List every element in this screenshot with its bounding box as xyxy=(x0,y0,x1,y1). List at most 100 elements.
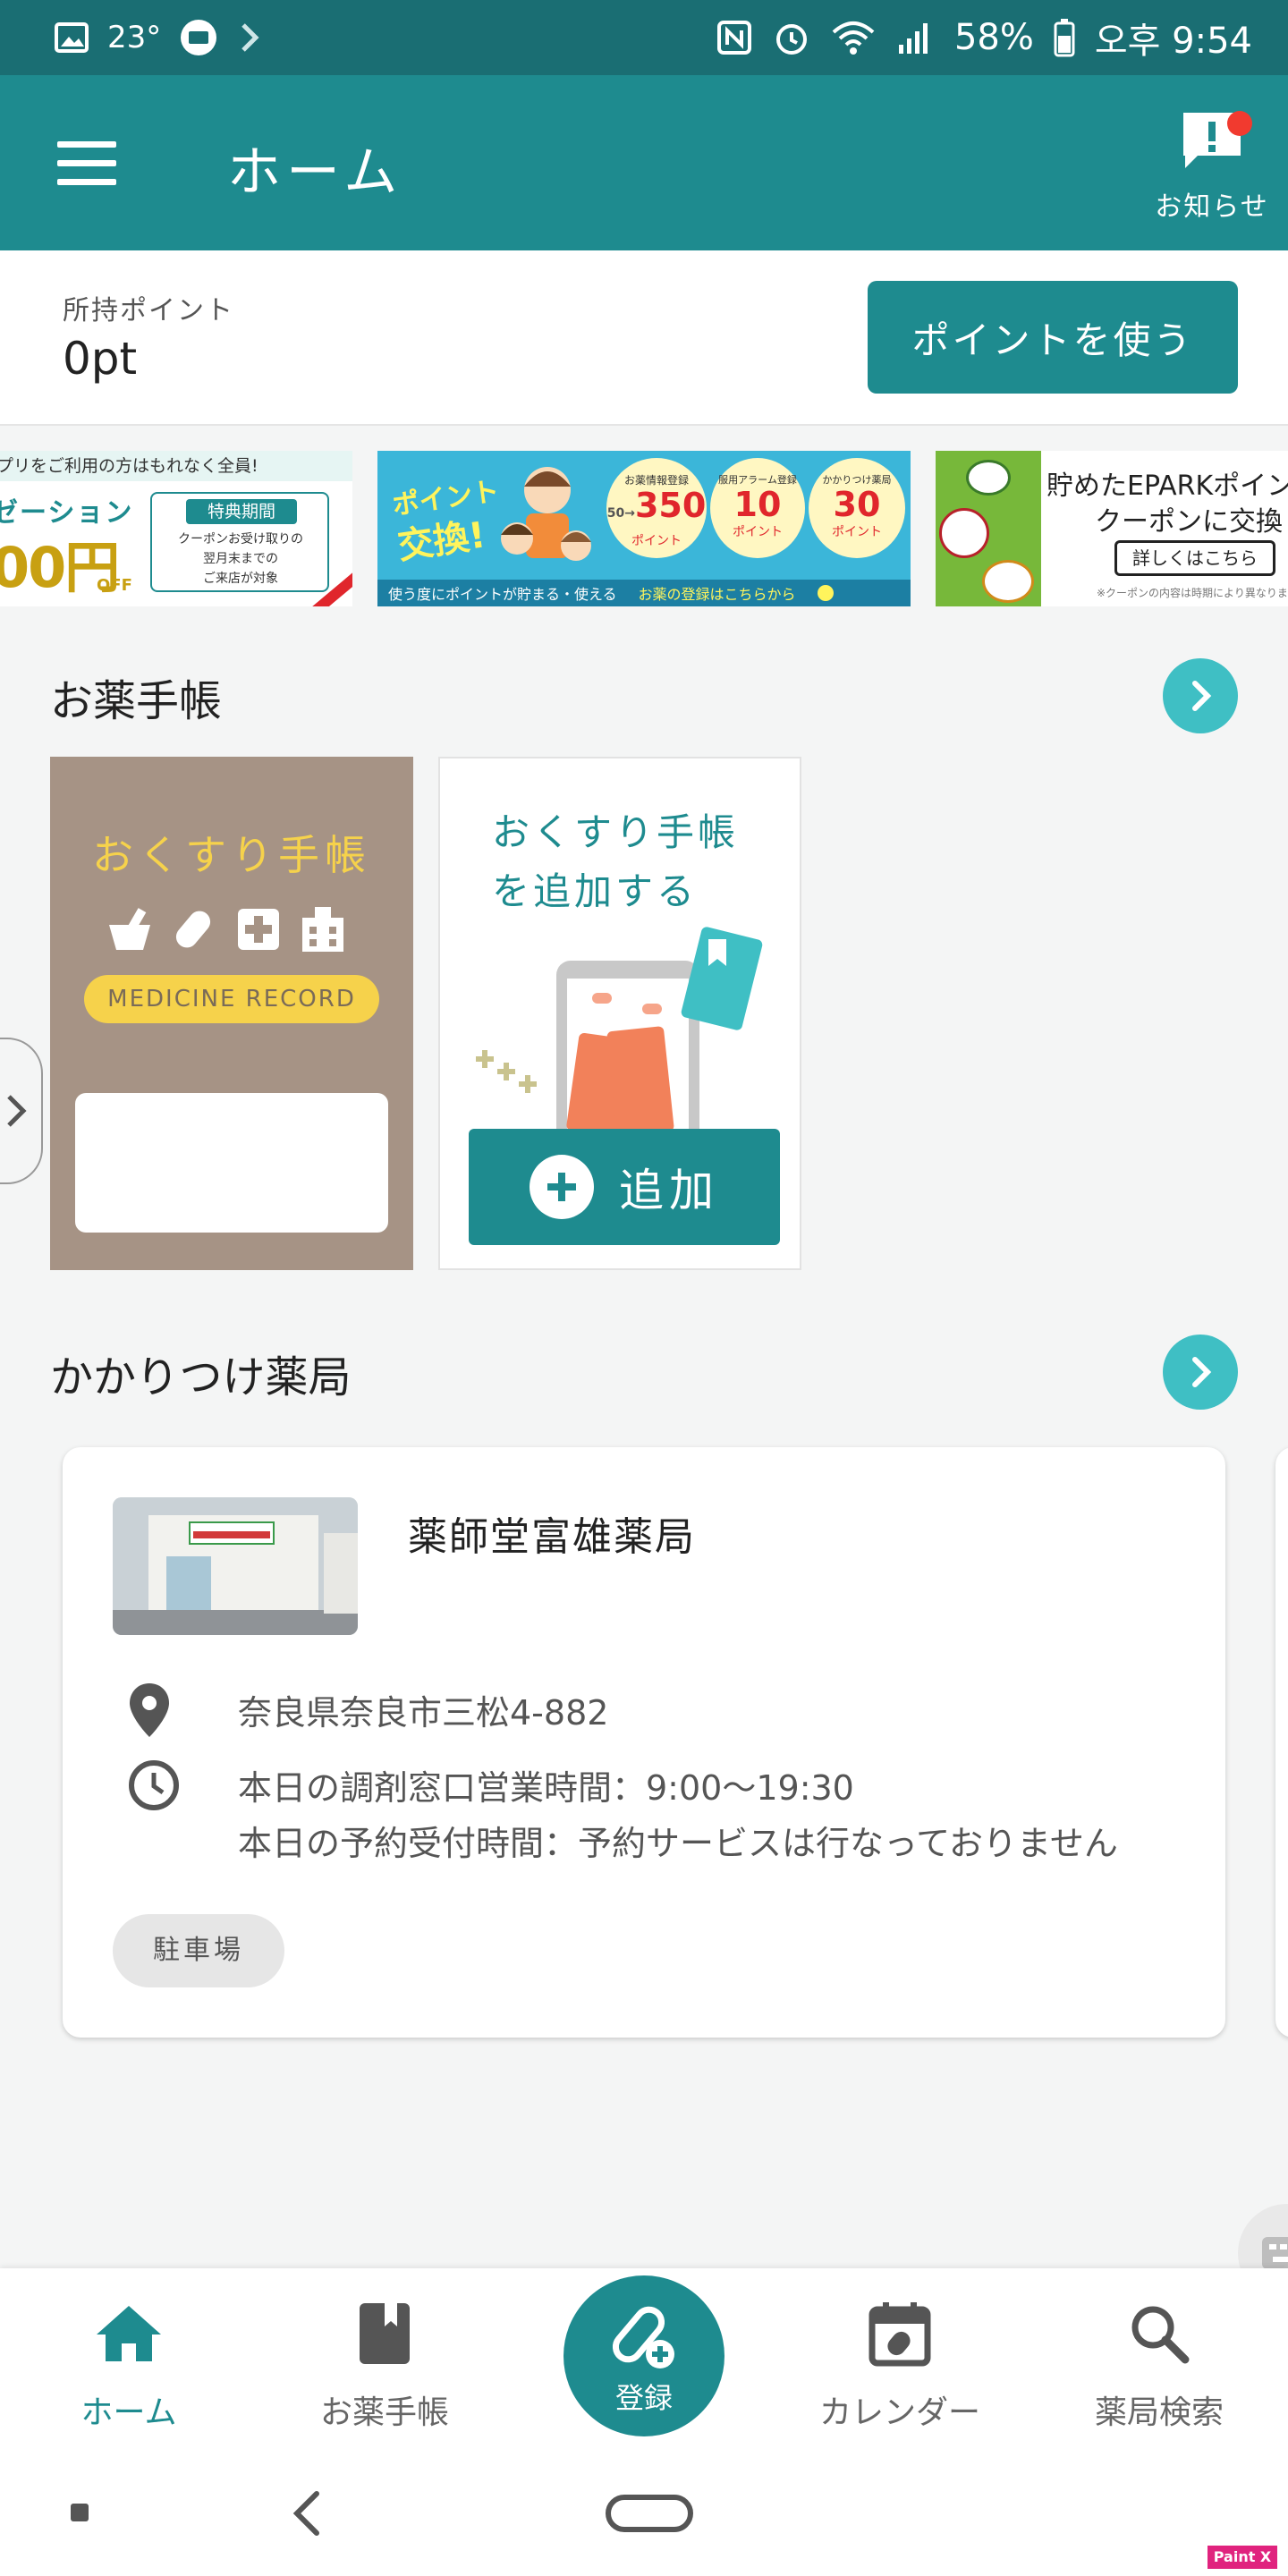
nav-calendar[interactable]: カレンダー xyxy=(784,2295,1016,2433)
mortar-icon xyxy=(109,908,150,950)
banner-epark-note: ※クーポンの内容は時期により異なりま xyxy=(1097,587,1288,599)
watermark-logo: Paint X lite xyxy=(1208,2546,1277,2576)
gallery-icon xyxy=(54,20,89,55)
notebook-section-title: お薬手帳 xyxy=(50,676,223,726)
notebook-card[interactable]: おくすり手帳 MEDICINE RECORD xyxy=(50,757,413,1270)
keyboard-icon xyxy=(1262,2237,1288,2269)
notification-dot xyxy=(1227,111,1252,136)
banner-exchange-footer-left: 使う度にポイントが貯まる・使える xyxy=(388,586,617,603)
banner-coupon-note1: クーポンお受け取りの xyxy=(178,532,303,547)
battery-percent: 58% xyxy=(953,17,1034,58)
banner-exchange-c2-unit: ポイント xyxy=(733,525,783,539)
nav-pharmacy-search[interactable]: 薬局検索 xyxy=(1043,2295,1275,2433)
location-pin-icon xyxy=(130,1683,169,1737)
clock-icon xyxy=(129,1760,179,1810)
next-pharmacy-card[interactable] xyxy=(1275,1447,1288,2038)
banner-exchange-c2-value: 10 xyxy=(733,485,782,524)
banner-exchange-c1-prefix: 50→ xyxy=(606,506,635,521)
medicine-record-badge: MEDICINE RECORD xyxy=(84,975,379,1023)
add-notebook-card[interactable]: おくすり手帳 を追加する 追加 xyxy=(438,757,801,1270)
home-icon xyxy=(97,2306,161,2361)
register-label: 登録 xyxy=(614,2381,673,2415)
banner-coupon[interactable]: プリをご利用の方はもれなく全員! ゼーション 00円 OFF 特典期間 クーポン… xyxy=(0,451,352,606)
signal-icon xyxy=(895,20,935,55)
banner-epark-line1: 貯めたEPARKポイン xyxy=(1046,470,1288,502)
keyboard-notification-icon xyxy=(179,18,218,57)
banner-exchange-c3-label: かかりつけ薬局 xyxy=(822,474,892,486)
pharmacy-address: 奈良県奈良市三松4-882 xyxy=(238,1693,609,1733)
add-notebook-line2: を追加する xyxy=(492,869,699,913)
side-drawer-handle[interactable] xyxy=(0,1038,43,1184)
book-icon xyxy=(360,2303,410,2364)
plus-icon xyxy=(530,1155,594,1219)
register-button[interactable]: 登録 xyxy=(564,2275,724,2436)
parking-tag: 駐車場 xyxy=(113,1914,284,1987)
characters-illustration xyxy=(501,467,591,561)
points-panel: 所持ポイント 0pt ポイントを使う xyxy=(0,250,1288,426)
chevron-right-icon xyxy=(1192,681,1212,711)
banner-exchange-headline2: 交換! xyxy=(394,514,488,568)
pharmacy-name: 薬師堂富雄薬局 xyxy=(408,1514,696,1560)
back-icon[interactable] xyxy=(290,2490,326,2537)
home-button-icon[interactable] xyxy=(605,2494,694,2533)
banner-exchange-c1-value: 350 xyxy=(634,486,707,525)
add-notebook-label: 追加 xyxy=(619,1165,719,1216)
phone-notebook-illustration xyxy=(476,927,763,1134)
add-notebook-button[interactable]: 追加 xyxy=(469,1129,780,1245)
nav-notebook[interactable]: お薬手帳 xyxy=(268,2295,501,2433)
system-navigation-bar xyxy=(0,2463,1288,2576)
banner-coupon-line1: プリをご利用の方はもれなく全員! xyxy=(0,451,352,481)
banner-epark-coupon[interactable]: 貯めたEPARKポイン クーポンに交換 詳しくはこちら ※クーポンの内容は時期に… xyxy=(936,451,1288,606)
temperature-text: 23° xyxy=(107,20,162,55)
medical-cross-icon xyxy=(238,909,279,950)
restaurant-logo xyxy=(966,460,1011,496)
status-bar: 23° 58% 오후 9:54 xyxy=(0,0,1288,75)
banner-exchange-c1-unit: ポイント xyxy=(631,534,682,548)
capsule-icon xyxy=(175,911,211,948)
banner-coupon-badge: 特典期間 xyxy=(186,499,297,524)
nav-pharmacy-search-label: 薬局検索 xyxy=(1094,2394,1224,2431)
banner-exchange-footer-right: お薬の登録はこちらから xyxy=(638,586,796,603)
banner-exchange-c1-label: お薬情報登録 xyxy=(623,474,689,487)
nfc-icon xyxy=(716,20,752,55)
menu-button[interactable] xyxy=(57,141,116,186)
banner-carousel[interactable]: プリをご利用の方はもれなく全員! ゼーション 00円 OFF 特典期間 クーポン… xyxy=(0,451,1288,606)
banner-epark-line2: クーポンに交換 xyxy=(1095,506,1283,538)
notebook-owner-area xyxy=(75,1093,388,1233)
nav-home[interactable]: ホーム xyxy=(13,2295,245,2433)
banner-epark-button[interactable]: 詳しくはこちら xyxy=(1114,540,1275,576)
add-notebook-line1: おくすり手帳 xyxy=(492,810,740,854)
calendar-icon xyxy=(869,2302,931,2367)
search-icon xyxy=(1131,2306,1190,2364)
chevron-right-icon xyxy=(7,1095,27,1127)
chevron-right-icon xyxy=(1192,1357,1212,1387)
banner-exchange-c3-unit: ポイント xyxy=(832,525,882,539)
banner-exchange-c3-value: 30 xyxy=(833,485,881,524)
battery-icon xyxy=(1054,18,1075,57)
page-title: ホーム xyxy=(227,141,403,204)
notice-label: お知らせ xyxy=(1155,191,1269,223)
restaurant-logo xyxy=(939,508,989,558)
play-arrow-icon xyxy=(817,585,834,601)
restaurant-logo xyxy=(982,560,1034,603)
points-value: 0pt xyxy=(63,333,138,385)
pharmacy-card[interactable]: 薬師堂富雄薬局 奈良県奈良市三松4-882 本日の調剤窓口営業時間：9:00〜1… xyxy=(63,1447,1225,2038)
alarm-icon xyxy=(772,18,811,57)
use-points-button[interactable]: ポイントを使う xyxy=(868,281,1238,394)
notebook-more-button[interactable] xyxy=(1163,658,1238,733)
clock-time: 오후 9:54 xyxy=(1094,21,1252,62)
pharmacy-reservation: 本日の予約受付時間：予約サービスは行なっておりません xyxy=(238,1824,1118,1863)
banner-point-exchange[interactable]: ポイント 交換! お薬情報登録 50→350 ポイント 服用アラーム登録 10 … xyxy=(377,451,911,606)
nav-notebook-label: お薬手帳 xyxy=(319,2394,449,2431)
menu-icon-line xyxy=(57,179,116,185)
pharmacy-more-button[interactable] xyxy=(1163,1335,1238,1410)
menu-icon-line xyxy=(57,141,116,148)
notebook-card-title: おくすり手帳 xyxy=(92,831,371,879)
app-bar: ホーム お知らせ xyxy=(0,75,1288,250)
recent-apps-icon[interactable] xyxy=(68,2501,91,2524)
banner-coupon-note2: 翌月末までの xyxy=(203,552,278,566)
hospital-icon xyxy=(302,907,343,952)
notice-button[interactable]: お知らせ xyxy=(1145,107,1279,224)
pharmacy-photo xyxy=(113,1497,358,1635)
nav-calendar-label: カレンダー xyxy=(818,2394,980,2431)
